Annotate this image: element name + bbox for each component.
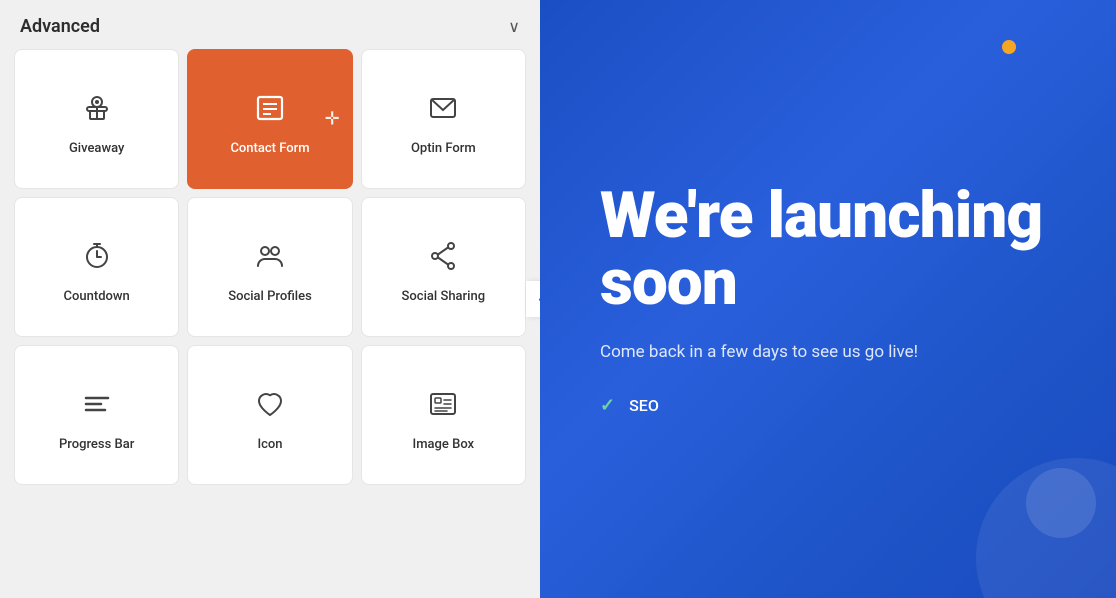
social-sharing-label: Social Sharing bbox=[402, 289, 486, 304]
chevron-down-icon[interactable]: ∨ bbox=[508, 17, 520, 36]
decoration-circle bbox=[1026, 468, 1096, 538]
grid-item-social-profiles[interactable]: Social Profiles bbox=[187, 197, 352, 337]
progress-bar-icon bbox=[76, 383, 118, 425]
grid-item-optin-form[interactable]: Optin Form bbox=[361, 49, 526, 189]
grid-item-countdown[interactable]: Countdown bbox=[14, 197, 179, 337]
image-box-icon bbox=[422, 383, 464, 425]
left-panel: Advanced ∨ Giveaway bbox=[0, 0, 540, 598]
grid-item-giveaway[interactable]: Giveaway bbox=[14, 49, 179, 189]
grid-item-icon[interactable]: Icon bbox=[187, 345, 352, 485]
feature-item-seo: ✓ SEO bbox=[600, 395, 1056, 416]
panel-title: Advanced bbox=[20, 16, 100, 37]
grid-item-progress-bar[interactable]: Progress Bar bbox=[14, 345, 179, 485]
move-cursor-icon: ✛ bbox=[325, 109, 340, 130]
contact-form-icon bbox=[249, 87, 291, 129]
sub-text: Come back in a few days to see us go liv… bbox=[600, 340, 980, 366]
social-profiles-label: Social Profiles bbox=[228, 289, 312, 304]
check-icon: ✓ bbox=[600, 395, 615, 416]
countdown-label: Countdown bbox=[64, 289, 130, 304]
icon-widget-icon bbox=[249, 383, 291, 425]
countdown-icon bbox=[76, 235, 118, 277]
image-box-label: Image Box bbox=[413, 437, 475, 452]
grid-item-social-sharing[interactable]: Social Sharing bbox=[361, 197, 526, 337]
social-sharing-icon bbox=[422, 235, 464, 277]
feature-list: ✓ SEO bbox=[600, 395, 1056, 416]
grid-item-image-box[interactable]: Image Box bbox=[361, 345, 526, 485]
optin-form-label: Optin Form bbox=[411, 141, 476, 156]
giveaway-icon bbox=[76, 87, 118, 129]
main-heading: We're launching soon bbox=[600, 182, 1056, 316]
feature-seo-label: SEO bbox=[629, 396, 659, 415]
right-panel: We're launching soon Come back in a few … bbox=[540, 0, 1116, 598]
grid-item-contact-form[interactable]: Contact Form ✛ bbox=[187, 49, 352, 189]
widget-grid: Giveaway Contact Form ✛ bbox=[0, 49, 540, 499]
contact-form-label: Contact Form bbox=[230, 141, 309, 156]
decoration-dot bbox=[1002, 40, 1016, 54]
giveaway-label: Giveaway bbox=[69, 141, 124, 156]
optin-form-icon bbox=[422, 87, 464, 129]
social-profiles-icon bbox=[249, 235, 291, 277]
collapse-panel-button[interactable]: ‹ bbox=[526, 281, 540, 317]
panel-header: Advanced ∨ bbox=[0, 0, 540, 49]
progress-bar-label: Progress Bar bbox=[59, 437, 134, 452]
icon-label: Icon bbox=[257, 437, 282, 452]
